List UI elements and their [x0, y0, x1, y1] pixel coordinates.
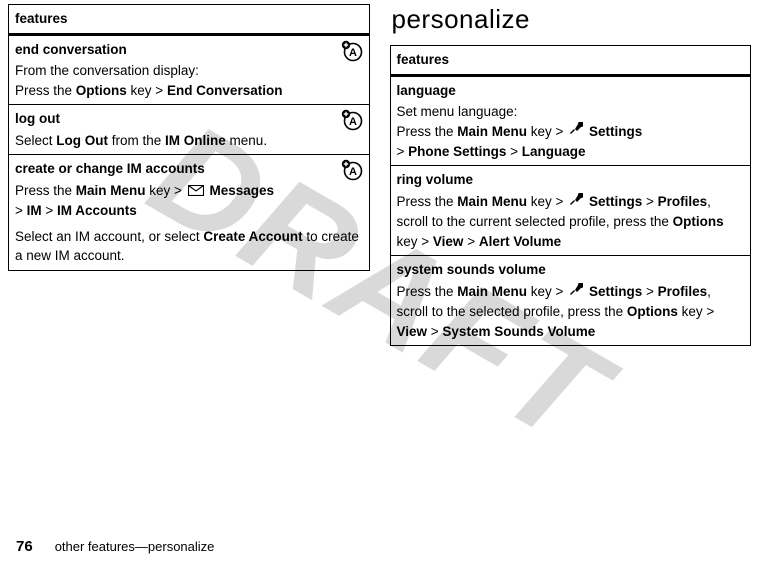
svg-text:A: A — [349, 47, 357, 59]
menu-target: Alert Volume — [479, 234, 561, 249]
sep: > — [427, 324, 442, 339]
text: key > — [678, 304, 714, 319]
text: Press the — [397, 194, 458, 209]
row-language: language Set menu language: Press the Ma… — [390, 75, 751, 166]
tools-icon — [569, 124, 583, 139]
text: Select — [15, 133, 56, 148]
row-title: ring volume — [397, 170, 745, 190]
menu-target: Profiles — [658, 194, 708, 209]
row-create-im: A create or change IM accounts Press the… — [9, 155, 370, 270]
text: key > — [127, 83, 167, 98]
text: Press the — [397, 284, 458, 299]
row-end-conversation: A end conversation From the conversation… — [9, 34, 370, 105]
menu-target: Settings — [589, 124, 642, 139]
menu-target: IM Accounts — [57, 203, 137, 218]
menu-target: Settings — [589, 194, 642, 209]
left-column: features A end conversation From the con… — [8, 4, 370, 346]
row-log-out: A log out Select Log Out from the IM Onl… — [9, 105, 370, 155]
sep: > — [642, 284, 657, 299]
tools-icon — [569, 195, 583, 210]
key-label: Options — [76, 83, 127, 98]
menu-name: IM Online — [165, 133, 226, 148]
menu-target: Language — [522, 144, 586, 159]
menu-target: View — [397, 324, 428, 339]
menu-target: View — [433, 234, 464, 249]
menu-target: Profiles — [658, 284, 708, 299]
key-label: Main Menu — [457, 284, 527, 299]
right-column: personalize features language Set menu l… — [390, 4, 752, 346]
row-text: Select Log Out from the IM Online menu. — [15, 131, 363, 151]
right-table: features language Set menu language: Pre… — [390, 45, 752, 346]
menu-target: End Conversation — [167, 83, 283, 98]
row-system-sounds: system sounds volume Press the Main Menu… — [390, 256, 751, 346]
text: from the — [108, 133, 165, 148]
menu-target: IM — [27, 203, 42, 218]
menu-target: System Sounds Volume — [442, 324, 595, 339]
text: Press the — [15, 83, 76, 98]
key-label: Options — [673, 214, 724, 229]
row-press: Press the Main Menu key > Settings > Pro… — [397, 192, 745, 251]
page-content: features A end conversation From the con… — [0, 0, 759, 346]
left-table: features A end conversation From the con… — [8, 4, 370, 271]
menu-target: Phone Settings — [408, 144, 506, 159]
text: Select an IM account, or select — [15, 229, 203, 244]
row-desc: Select an IM account, or select Create A… — [15, 227, 363, 266]
sep: > — [642, 194, 657, 209]
menu-target: Settings — [589, 284, 642, 299]
row-title: end conversation — [15, 40, 363, 60]
globe-plus-icon: A — [341, 109, 363, 137]
sep: > — [42, 203, 57, 218]
row-title: language — [397, 81, 745, 101]
row-ring-volume: ring volume Press the Main Menu key > Se… — [390, 166, 751, 256]
row-press-line: Press the Main Menu key > Messages > IM … — [15, 181, 363, 221]
text: Press the — [397, 124, 458, 139]
key-label: Options — [627, 304, 678, 319]
row-press: Press the Main Menu key > Settings > Pro… — [397, 282, 745, 341]
row-title: system sounds volume — [397, 260, 745, 280]
footer-text: other features—personalize — [55, 539, 215, 554]
text: key > — [146, 183, 186, 198]
page-number: 76 — [16, 538, 33, 555]
globe-plus-icon: A — [341, 159, 363, 187]
svg-text:A: A — [349, 116, 357, 128]
text: menu. — [226, 133, 267, 148]
key-label: Main Menu — [457, 124, 527, 139]
text: Press the — [15, 183, 76, 198]
key-label: Main Menu — [76, 183, 146, 198]
right-header: features — [390, 46, 751, 76]
tools-icon — [569, 285, 583, 300]
menu-item: Log Out — [56, 133, 108, 148]
row-desc: From the conversation display: — [15, 61, 363, 81]
row-press: Press the Options key > End Conversation — [15, 81, 363, 101]
text: key > — [527, 194, 567, 209]
text: key > — [527, 124, 567, 139]
sep: > — [397, 144, 409, 159]
row-title: create or change IM accounts — [15, 159, 363, 179]
menu-item: Create Account — [203, 229, 302, 244]
page-footer: 76 other features—personalize — [16, 538, 214, 555]
text: key > — [527, 284, 567, 299]
row-desc: Set menu language: — [397, 102, 745, 122]
sep: > — [506, 144, 521, 159]
sep: > — [463, 234, 478, 249]
globe-plus-icon: A — [341, 40, 363, 68]
menu-target: Messages — [209, 183, 274, 198]
left-header: features — [9, 5, 370, 35]
text: key > — [397, 234, 433, 249]
row-press: Press the Main Menu key > Settings > Pho… — [397, 122, 745, 162]
row-title: log out — [15, 109, 363, 129]
page-title: personalize — [392, 4, 752, 35]
key-label: Main Menu — [457, 194, 527, 209]
sep: > — [15, 203, 27, 218]
svg-text:A: A — [349, 166, 357, 178]
envelope-icon — [188, 184, 204, 199]
